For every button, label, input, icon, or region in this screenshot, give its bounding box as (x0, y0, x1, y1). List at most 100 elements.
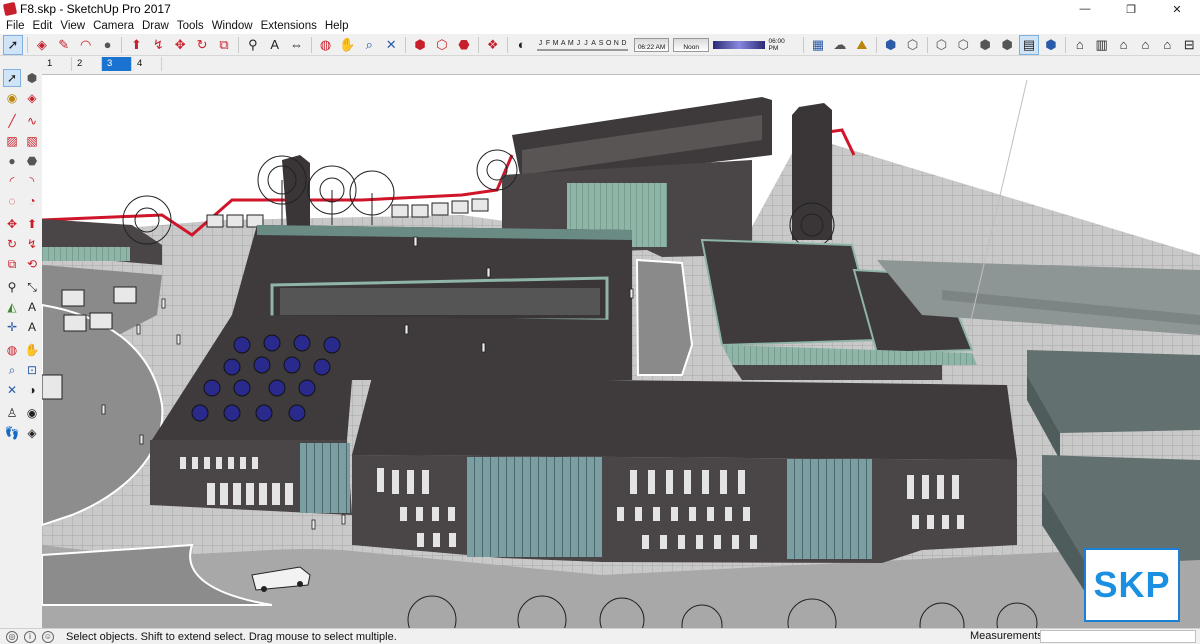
zoom-tool-icon[interactable]: ⌕ (3, 361, 21, 379)
two-point-arc-icon[interactable]: ◝ (23, 172, 41, 190)
arc-tool-icon[interactable]: ◜ (3, 172, 21, 190)
scene-tab-1[interactable]: 1 (42, 57, 72, 71)
zoom-extents-icon[interactable]: ✕ (381, 35, 401, 55)
left-view-icon[interactable]: ⌂ (1157, 35, 1177, 55)
scene-tab-2[interactable]: 2 (72, 57, 102, 71)
close-button[interactable]: ✕ (1154, 0, 1200, 18)
walk-icon[interactable]: 👣 (3, 424, 21, 442)
shadow-month-slider[interactable]: J F M A M J J A S O N D (536, 39, 628, 51)
eraser-icon[interactable]: ◈ (32, 35, 52, 55)
select-arrow-icon[interactable]: ➚ (3, 69, 21, 87)
fog-icon[interactable]: ☁ (830, 35, 850, 55)
scene-tab-4[interactable]: 4 (132, 57, 162, 71)
pie-icon[interactable]: ◔ (23, 192, 41, 210)
wireframe-icon[interactable]: ⬡ (932, 35, 952, 55)
tape-measure-icon[interactable]: ⚲ (243, 35, 263, 55)
offset-icon[interactable]: ⟲ (23, 255, 41, 273)
monochrome-icon[interactable]: ▤ (1019, 34, 1039, 55)
user-account-icon[interactable]: ☺ (42, 630, 54, 643)
move-icon[interactable]: ✥ (170, 35, 190, 55)
zoom-window-icon[interactable]: ⊡ (23, 361, 41, 379)
status-message: Select objects. Shift to extend select. … (66, 630, 397, 643)
scene-tab-3[interactable]: 3 (102, 57, 132, 71)
top-view-icon[interactable]: ⌂ (1070, 35, 1090, 55)
axes-icon[interactable]: ✛ (3, 318, 21, 336)
send-to-layout-icon[interactable]: ⬣ (454, 35, 474, 55)
line-tool-icon[interactable]: ╱ (3, 112, 21, 130)
zoom-extents-tool-icon[interactable]: ✕ (3, 381, 21, 399)
position-camera-icon[interactable]: ♙ (3, 404, 21, 422)
look-around-icon[interactable]: ◉ (23, 404, 41, 422)
freehand-icon[interactable]: ∿ (23, 112, 41, 130)
paint-bucket-icon[interactable]: ◉ (3, 89, 21, 107)
geo-location-icon[interactable]: ◎ (6, 630, 18, 643)
tape-measure-tool-icon[interactable]: ⚲ (3, 278, 21, 296)
push-pull-tool-icon[interactable]: ⬆ (23, 215, 41, 233)
dimension-icon[interactable]: ⇔ (287, 35, 307, 55)
3d-text-icon[interactable]: A (23, 318, 41, 336)
menu-extensions[interactable]: Extensions (257, 18, 321, 34)
back-edges-icon[interactable]: ⬡ (903, 35, 923, 55)
circle-icon[interactable]: ● (3, 152, 21, 170)
extension-warehouse-icon[interactable]: ⬡ (432, 35, 452, 55)
text-label-icon[interactable]: A (265, 35, 285, 55)
three-point-arc-icon[interactable]: ◌ (3, 192, 21, 210)
rotate-icon[interactable]: ↻ (192, 35, 212, 55)
pan-tool-icon[interactable]: ✋ (23, 341, 41, 359)
credits-icon[interactable]: i (24, 630, 36, 643)
right-view-icon[interactable]: ⌂ (1114, 35, 1134, 55)
menu-draw[interactable]: Draw (138, 18, 173, 34)
polygon-icon[interactable]: ⬣ (23, 152, 41, 170)
maximize-button[interactable]: ❐ (1108, 0, 1154, 18)
x-ray-icon[interactable]: ⬢ (881, 35, 901, 55)
photo-texture-icon[interactable]: ▦ (808, 35, 828, 55)
make-component-icon[interactable]: ⬢ (23, 69, 41, 87)
pan-icon[interactable]: ✋ (337, 35, 357, 55)
sandbox-icon[interactable]: ⛰ (852, 35, 872, 55)
model-viewport[interactable] (42, 74, 1200, 628)
section-icon[interactable]: ◈ (23, 424, 41, 442)
menu-tools[interactable]: Tools (173, 18, 208, 34)
orbit-icon[interactable]: ◍ (316, 35, 336, 55)
menu-camera[interactable]: Camera (89, 18, 138, 34)
front-view-icon[interactable]: ▥ (1092, 35, 1112, 55)
zoom-icon[interactable]: ⌕ (359, 35, 379, 55)
push-pull-icon[interactable]: ⬆ (126, 35, 146, 55)
menu-view[interactable]: View (56, 18, 89, 34)
minimize-button[interactable]: — (1062, 0, 1108, 18)
protractor-icon[interactable]: ◭ (3, 298, 21, 316)
text-tool-icon[interactable]: A (23, 298, 41, 316)
iso-view-icon[interactable]: ⬢ (1041, 35, 1061, 55)
orbit-tool-icon[interactable]: ◍ (3, 341, 21, 359)
bottom-view-icon[interactable]: ⊟ (1179, 35, 1199, 55)
follow-me-tool-icon[interactable]: ↯ (23, 235, 41, 253)
shaded-textures-icon[interactable]: ⬢ (997, 35, 1017, 55)
scale-tool-icon[interactable]: ⧉ (3, 255, 21, 273)
eraser-tool-icon[interactable]: ◈ (23, 89, 41, 107)
pencil-icon[interactable]: ✎ (54, 35, 74, 55)
follow-me-icon[interactable]: ↯ (148, 35, 168, 55)
components-icon[interactable]: ❖ (483, 35, 503, 55)
section-plane-icon[interactable]: ◑ (23, 381, 41, 399)
back-view-icon[interactable]: ⌂ (1136, 35, 1156, 55)
rotated-rectangle-icon[interactable]: ▧ (23, 132, 41, 150)
arc-icon[interactable]: ◠ (76, 35, 96, 55)
dimension-tool-icon[interactable]: ⤡ (23, 278, 41, 296)
hidden-line-icon[interactable]: ⬡ (953, 35, 973, 55)
measurements-input[interactable] (1040, 630, 1196, 643)
shadow-time-slider[interactable] (713, 40, 765, 49)
rectangle-icon[interactable]: ▨ (3, 132, 21, 150)
menu-window[interactable]: Window (208, 18, 257, 34)
scale-icon[interactable]: ⧉ (214, 35, 234, 55)
menu-help[interactable]: Help (321, 18, 353, 34)
menu-edit[interactable]: Edit (29, 18, 57, 34)
shape-icon[interactable]: ● (98, 35, 118, 55)
select-tool-icon[interactable]: ➚ (3, 34, 23, 55)
menu-file[interactable]: File (2, 18, 29, 34)
menu-bar: File Edit View Camera Draw Tools Window … (0, 18, 1200, 34)
shadows-toggle-icon[interactable]: ◐ (512, 35, 532, 55)
shaded-icon[interactable]: ⬢ (975, 35, 995, 55)
3d-warehouse-icon[interactable]: ⬢ (410, 35, 430, 55)
move-tool-icon[interactable]: ✥ (3, 215, 21, 233)
rotate-tool-icon[interactable]: ↻ (3, 235, 21, 253)
